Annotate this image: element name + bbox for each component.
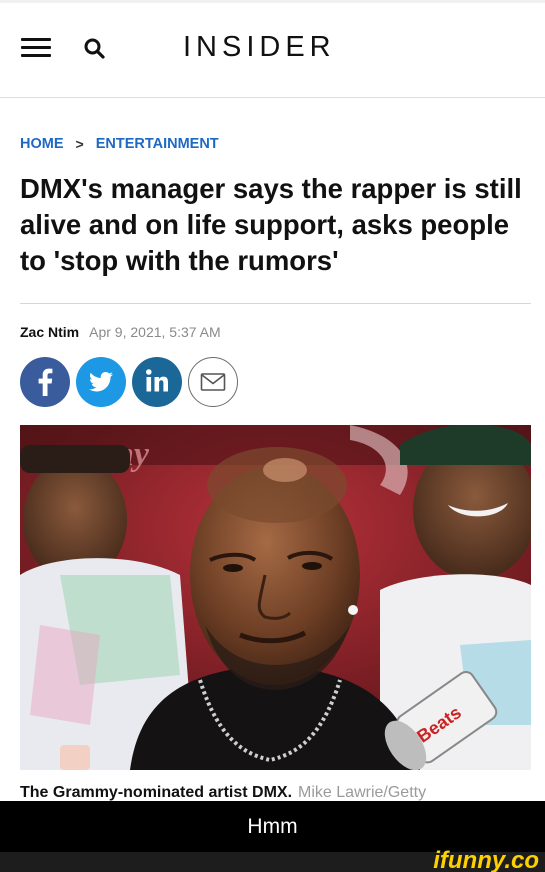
hamburger-menu-icon[interactable] [21,38,51,60]
header-top-border [0,0,545,3]
twitter-icon [89,372,113,392]
facebook-icon [38,368,53,396]
headline-divider [20,303,531,304]
breadcrumb: HOME > ENTERTAINMENT [20,136,219,152]
site-logo[interactable]: INSIDER [183,31,336,64]
meme-caption-bar: Hmm [0,801,545,852]
twitter-share-button[interactable] [76,357,126,407]
email-share-button[interactable] [188,357,238,407]
article-headline: DMX's manager says the rapper is still a… [20,173,522,276]
site-header: INSIDER [0,0,545,98]
breadcrumb-section-link[interactable]: ENTERTAINMENT [96,136,219,152]
watermark-bar: ifunny.co [0,847,545,872]
search-icon[interactable] [83,37,107,61]
photo-credit: Mike Lawrie/Getty [298,784,427,801]
facebook-share-button[interactable] [20,357,70,407]
publish-date: Apr 9, 2021, 5:37 AM [89,324,221,340]
share-buttons [20,357,244,407]
chevron-right-icon: > [75,136,84,152]
author-name[interactable]: Zac Ntim [20,324,79,340]
article-hero-image[interactable]: ny Beats [20,425,531,770]
image-caption: The Grammy-nominated artist DMX. Mike Law… [20,784,426,802]
email-icon [200,373,226,391]
caption-text: The Grammy-nominated artist DMX. [20,784,293,801]
linkedin-share-button[interactable] [132,357,182,407]
byline: Zac Ntim Apr 9, 2021, 5:37 AM [20,324,221,340]
breadcrumb-home-link[interactable]: HOME [20,136,64,152]
ifunny-watermark: ifunny.co [433,847,539,872]
meme-caption: Hmm [247,814,298,838]
linkedin-icon [146,369,168,392]
dmx-press-photo: ny Beats [20,425,531,770]
